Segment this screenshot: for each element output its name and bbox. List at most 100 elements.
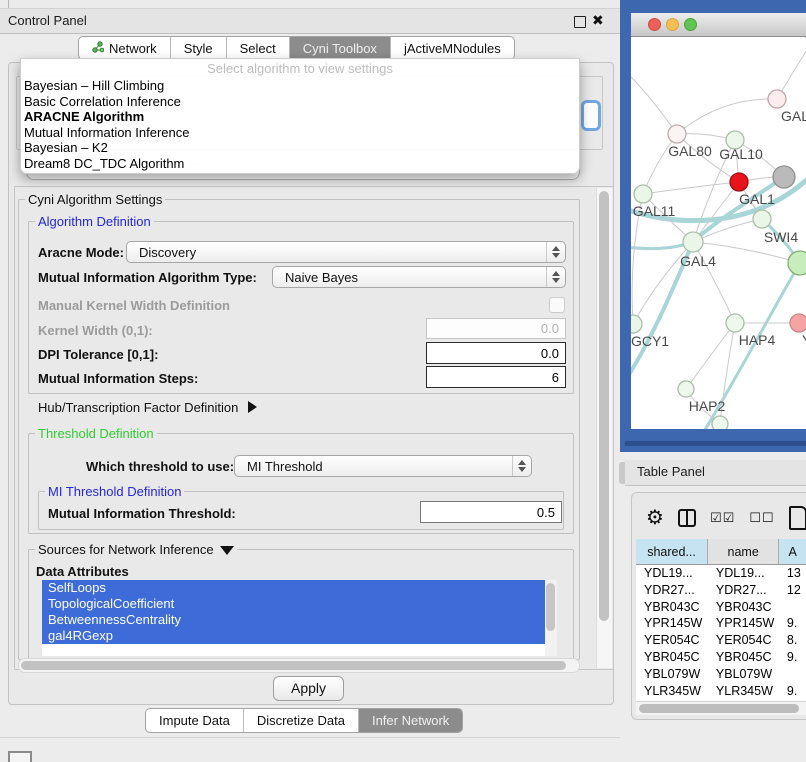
tab-network-label: Network xyxy=(109,41,157,56)
tab-cyni-toolbox[interactable]: Cyni Toolbox xyxy=(290,37,391,59)
tab-select[interactable]: Select xyxy=(227,37,290,59)
close-traffic-light-icon[interactable] xyxy=(648,18,661,31)
settings-horizontal-scrollbar-thumb[interactable] xyxy=(21,661,566,670)
table-row[interactable]: YBL079WYBL079W xyxy=(636,666,806,683)
table-cell: YBR045C xyxy=(636,649,708,666)
network-node[interactable] xyxy=(634,185,652,203)
tab-discretize-data[interactable]: Discretize Data xyxy=(244,709,359,732)
table-panel-titlebar: Table Panel xyxy=(625,460,806,486)
close-icon[interactable]: ✖ xyxy=(592,12,604,29)
zoom-traffic-light-icon[interactable] xyxy=(684,18,697,31)
algorithm-combo-focused-arrow[interactable] xyxy=(581,100,601,131)
network-node[interactable] xyxy=(631,315,642,333)
manual-kernel-checkbox[interactable] xyxy=(549,297,565,313)
tab-cyni-toolbox-label: Cyni Toolbox xyxy=(303,41,377,56)
kernel-width-input[interactable] xyxy=(426,318,566,339)
table-cell: YDL19... xyxy=(636,565,708,582)
network-node[interactable] xyxy=(730,173,748,191)
dpi-tolerance-label: DPI Tolerance [0,1]: xyxy=(38,347,158,362)
attributes-scrollbar[interactable] xyxy=(545,580,557,656)
network-canvas[interactable]: GALGAL80GAL10GAL1GAL11SWI4GAL4GCY1HAP4YH… xyxy=(631,37,806,429)
dock-top-strip xyxy=(0,0,620,9)
mi-steps-input[interactable] xyxy=(426,366,566,388)
tab-jactivemnodules[interactable]: jActiveMNodules xyxy=(391,37,514,59)
table-row[interactable]: YLR345WYLR345W9. xyxy=(636,683,806,700)
network-edge[interactable] xyxy=(777,37,806,99)
table-row[interactable]: YBR043CYBR043C xyxy=(636,599,806,616)
network-window-titlebar[interactable] xyxy=(631,13,806,37)
table-cell: 9. xyxy=(779,683,806,700)
tab-style[interactable]: Style xyxy=(171,37,227,59)
table-row[interactable]: YDR27...YDR27...12 xyxy=(636,582,806,599)
column-header-shared[interactable]: shared... xyxy=(636,539,708,564)
gear-icon[interactable]: ⚙ xyxy=(646,508,664,528)
table-cell: YDR27... xyxy=(708,582,779,599)
table-horizontal-scrollbar[interactable] xyxy=(636,701,806,715)
mi-threshold-input[interactable] xyxy=(420,501,562,523)
apply-button[interactable]: Apply xyxy=(273,676,344,701)
data-attribute-item[interactable]: TopologicalCoefficient xyxy=(42,596,557,612)
settings-vertical-scrollbar[interactable] xyxy=(596,188,612,668)
column-header-name[interactable]: name xyxy=(708,539,779,564)
network-edge[interactable] xyxy=(686,323,735,389)
settings-vertical-scrollbar-thumb[interactable] xyxy=(599,191,609,621)
network-node[interactable] xyxy=(726,314,744,332)
which-threshold-label: Which threshold to use: xyxy=(86,459,234,474)
network-edge[interactable] xyxy=(677,99,777,134)
checked-boxes-icon[interactable]: ☑☑ xyxy=(710,510,735,526)
algorithm-option[interactable]: Dream8 DC_TDC Algorithm xyxy=(21,156,579,172)
network-node[interactable] xyxy=(768,90,786,108)
algorithm-option[interactable]: Mutual Information Inference xyxy=(21,125,579,141)
unchecked-boxes-icon[interactable]: ☐☐ xyxy=(749,510,774,526)
tab-infer-network-label: Infer Network xyxy=(372,713,449,728)
network-node[interactable] xyxy=(790,314,806,332)
mi-steps-label: Mutual Information Steps: xyxy=(38,371,198,386)
network-node[interactable] xyxy=(773,166,795,188)
table-row[interactable]: YDL19...YDL19...13 xyxy=(636,565,806,582)
table-row[interactable]: YER054CYER054C8. xyxy=(636,632,806,649)
settings-horizontal-scrollbar[interactable] xyxy=(18,658,580,673)
algorithm-option[interactable]: Bayesian – Hill Climbing xyxy=(21,78,579,94)
network-node[interactable] xyxy=(788,251,806,275)
data-attribute-item[interactable]: gal4RGexp xyxy=(42,628,557,644)
tab-network[interactable]: Network xyxy=(79,37,171,59)
table-cell xyxy=(779,666,806,683)
dpi-tolerance-input[interactable] xyxy=(426,342,566,364)
hub-definition-expander[interactable]: Hub/Transcription Factor Definition xyxy=(38,400,257,415)
tab-impute-data[interactable]: Impute Data xyxy=(146,709,244,732)
data-attribute-item[interactable]: BetweennessCentrality xyxy=(42,612,557,628)
network-node[interactable] xyxy=(683,232,703,252)
table-cell: 9. xyxy=(779,615,806,632)
attributes-scrollbar-thumb[interactable] xyxy=(546,583,555,631)
kernel-width-label: Kernel Width (0,1): xyxy=(38,323,153,338)
algorithm-option[interactable]: ARACNE Algorithm xyxy=(21,109,579,125)
network-icon xyxy=(92,41,104,56)
algorithm-option[interactable]: Bayesian – K2 xyxy=(21,140,579,156)
expander-down-icon xyxy=(220,546,234,555)
corner-button[interactable] xyxy=(8,751,32,762)
algorithm-option[interactable]: Basic Correlation Inference xyxy=(21,94,579,110)
table-cell: 9. xyxy=(779,649,806,666)
table-row[interactable]: YBR045CYBR045C9. xyxy=(636,649,806,666)
document-icon[interactable] xyxy=(789,506,806,530)
control-panel-tabbar: Network Style Select Cyni Toolbox jActiv… xyxy=(78,36,515,60)
network-node[interactable] xyxy=(668,125,686,143)
network-node[interactable] xyxy=(712,416,728,429)
split-columns-icon[interactable] xyxy=(678,509,696,527)
network-edge[interactable] xyxy=(631,245,683,249)
network-edge[interactable] xyxy=(631,77,677,134)
table-horizontal-scrollbar-thumb[interactable] xyxy=(639,704,799,713)
tab-impute-data-label: Impute Data xyxy=(159,713,230,728)
tab-infer-network[interactable]: Infer Network xyxy=(359,709,462,732)
minimize-traffic-light-icon[interactable] xyxy=(666,18,679,31)
data-attribute-item[interactable]: SelfLoops xyxy=(42,580,557,596)
aracne-mode-combo[interactable]: Discovery xyxy=(126,241,566,263)
network-node[interactable] xyxy=(753,210,771,228)
which-threshold-combo[interactable]: MI Threshold xyxy=(234,455,532,477)
table-row[interactable]: YPR145WYPR145W9. xyxy=(636,615,806,632)
network-node[interactable] xyxy=(678,381,694,397)
float-icon[interactable] xyxy=(574,16,586,28)
column-header-third[interactable]: A xyxy=(779,539,806,564)
mi-type-combo[interactable]: Naive Bayes xyxy=(272,266,566,288)
network-edge[interactable] xyxy=(643,182,739,194)
